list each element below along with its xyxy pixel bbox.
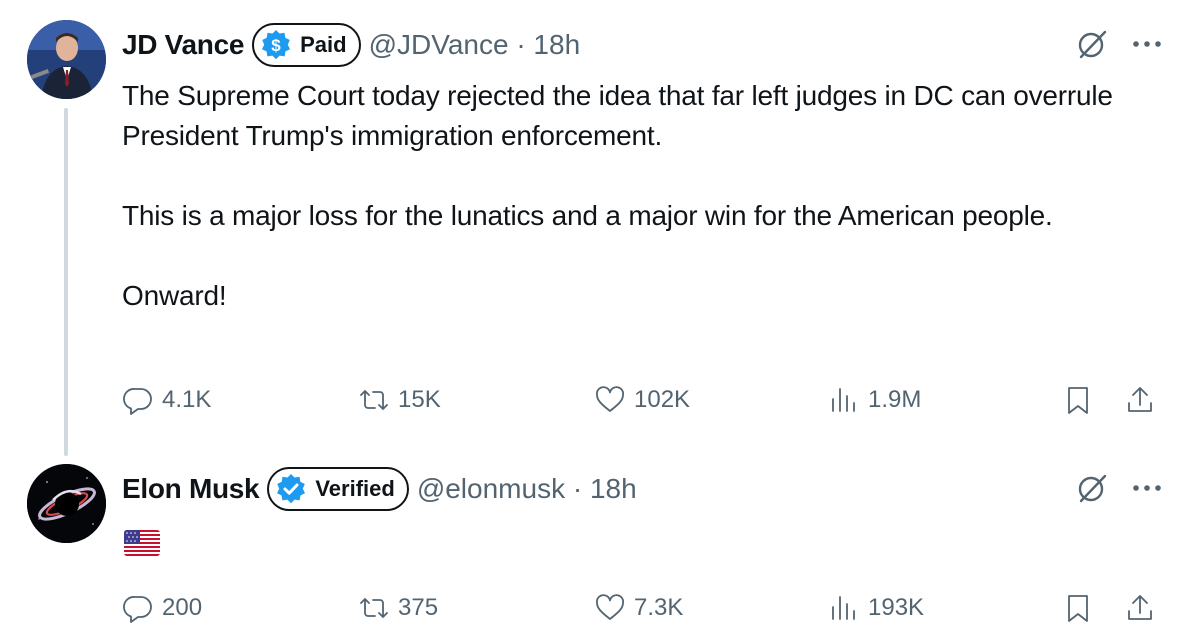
tweet-jdvance[interactable]: JD Vance $ Paid @JDVance · 18h The Supre…: [0, 0, 1182, 456]
reply-count: 4.1K: [162, 386, 212, 413]
views-button[interactable]: 1.9M: [828, 380, 921, 420]
handle-time[interactable]: @elonmusk · 18h: [417, 473, 637, 505]
avatar[interactable]: [27, 20, 106, 99]
views-count: 1.9M: [868, 386, 922, 413]
bookmark-icon: [1068, 387, 1088, 414]
share-button[interactable]: [1124, 380, 1156, 420]
repost-icon: [360, 390, 388, 410]
tweet-header: Elon Musk Verified @elonmusk · 18h: [122, 464, 637, 514]
like-count: 102K: [634, 386, 691, 413]
badge-label: Verified: [315, 476, 395, 501]
verified-badge[interactable]: Verified: [267, 467, 409, 511]
author-name[interactable]: JD Vance: [122, 29, 244, 61]
tweet-actions: 200 375 7.3K 193K: [122, 588, 1162, 628]
tweet-top-actions: [1074, 470, 1162, 506]
reply-button[interactable]: 4.1K: [122, 380, 211, 420]
views-count: 193K: [868, 594, 925, 621]
bookmark-button[interactable]: [1062, 588, 1094, 628]
like-button[interactable]: 102K: [594, 380, 690, 420]
grok-icon[interactable]: [1074, 470, 1110, 506]
dollar-circle-icon: $: [262, 30, 291, 60]
avatar-image: [27, 464, 106, 543]
bookmark-icon: [1068, 595, 1088, 622]
views-icon: [832, 388, 855, 412]
reply-icon: [123, 388, 152, 415]
paid-badge[interactable]: $ Paid: [252, 23, 361, 67]
heart-icon: [596, 594, 624, 620]
views-button[interactable]: 193K: [828, 588, 924, 628]
repost-button[interactable]: 375: [358, 588, 438, 628]
share-icon: [1128, 387, 1152, 412]
repost-button[interactable]: 15K: [358, 380, 441, 420]
reply-icon: [123, 596, 152, 623]
thread-line: [64, 108, 68, 456]
share-icon: [1128, 595, 1152, 620]
like-count: 7.3K: [634, 594, 684, 621]
us-flag-emoji: [124, 530, 160, 556]
repost-count: 15K: [398, 386, 441, 413]
blue-check-icon: [277, 474, 306, 504]
tweet-top-actions: [1074, 26, 1162, 62]
handle-time[interactable]: @JDVance · 18h: [369, 29, 581, 61]
repost-count: 375: [398, 594, 439, 621]
views-icon: [832, 596, 855, 620]
more-dots-icon[interactable]: [1132, 483, 1162, 493]
reply-button[interactable]: 200: [122, 588, 202, 628]
tweet-actions: 4.1K 15K 102K 1.9M: [122, 380, 1162, 420]
heart-icon: [596, 386, 624, 412]
more-dots-icon[interactable]: [1132, 39, 1162, 49]
author-name[interactable]: Elon Musk: [122, 473, 260, 505]
like-button[interactable]: 7.3K: [594, 588, 683, 628]
reply-count: 200: [162, 594, 203, 621]
avatar[interactable]: [27, 464, 106, 543]
tweet-header: JD Vance $ Paid @JDVance · 18h: [122, 20, 580, 70]
badge-label: Paid: [300, 32, 347, 57]
tweet-text: The Supreme Court today rejected the ide…: [122, 80, 1113, 311]
svg-text:$: $: [271, 36, 281, 55]
grok-icon[interactable]: [1074, 26, 1110, 62]
repost-icon: [360, 598, 388, 618]
avatar-image: [27, 20, 106, 99]
share-button[interactable]: [1124, 588, 1156, 628]
tweet-elonmusk[interactable]: Elon Musk Verified @elonmusk · 18h 200 3…: [0, 450, 1182, 644]
bookmark-button[interactable]: [1062, 380, 1094, 420]
